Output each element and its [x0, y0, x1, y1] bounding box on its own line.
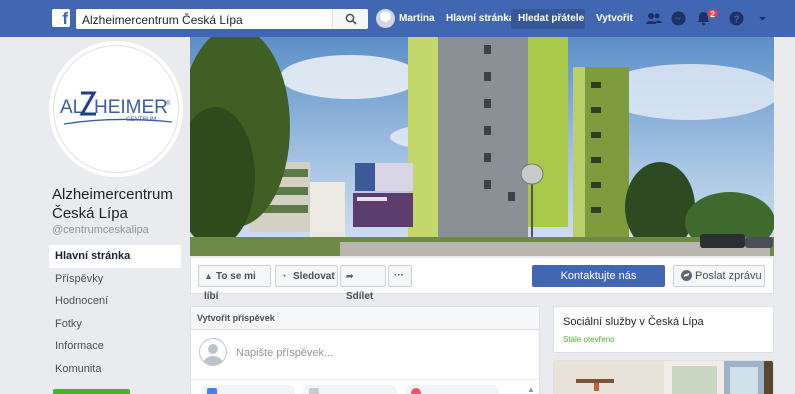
- more-options-icon: ···: [394, 270, 404, 281]
- search-input[interactable]: Alzheimercentrum Česká Lípa: [82, 13, 243, 27]
- sidebar-item-reviews[interactable]: Hodnocení: [49, 290, 181, 313]
- cover-photo-image: [190, 37, 774, 256]
- nav-create-link[interactable]: Vytvořit: [596, 13, 633, 24]
- friend-requests-icon[interactable]: [645, 10, 662, 27]
- photo-icon: [207, 388, 217, 394]
- sidebar-item-home[interactable]: Hlavní stránka: [49, 245, 181, 268]
- page-info-card: Sociální služby v Česká Lípa Stále otevř…: [553, 306, 774, 353]
- share-page-button[interactable]: ➦Sdílet: [340, 265, 386, 302]
- sidebar-item-community[interactable]: Komunita: [49, 358, 181, 381]
- page-sidebar-nav: Hlavní stránka Příspěvky Hodnocení Fotky…: [49, 245, 181, 380]
- messenger-icon: [681, 270, 692, 281]
- composer-divider: [191, 379, 539, 380]
- search-icon: [345, 13, 357, 25]
- contact-us-button[interactable]: Kontaktujte nás: [532, 265, 665, 287]
- rss-follow-icon: ◔: [281, 271, 287, 281]
- photo-video-option[interactable]: [201, 385, 295, 394]
- svg-text:AL: AL: [60, 97, 83, 118]
- tag-friends-option[interactable]: [303, 385, 397, 394]
- create-post-composer: Vytvořit příspěvek Napište příspěvek... …: [190, 306, 540, 394]
- checkin-icon: [411, 388, 421, 394]
- svg-text:CENTRUM: CENTRUM: [126, 117, 156, 123]
- create-post-title: Vytvořit příspěvek: [191, 307, 539, 330]
- thumbs-up-icon: ▲: [204, 271, 213, 281]
- create-page-button[interactable]: [53, 389, 130, 394]
- room-photo: [554, 361, 773, 394]
- sidebar-item-posts[interactable]: Příspěvky: [49, 268, 181, 291]
- nav-find-friends-link[interactable]: Hledat přátele: [518, 13, 584, 24]
- send-message-button[interactable]: Poslat zprávu: [673, 265, 765, 287]
- sidebar-item-photos[interactable]: Fotky: [49, 313, 181, 336]
- profile-picture-frame[interactable]: AL HEIMER ® CENTRUM: [49, 41, 183, 177]
- search-bar[interactable]: Alzheimercentrum Česká Lípa: [76, 9, 368, 29]
- open-status: Stále otevřeno: [563, 335, 615, 344]
- follow-page-button[interactable]: ◔ Sledovat: [275, 265, 338, 287]
- share-arrow-icon: ➦: [346, 271, 354, 281]
- tag-icon: [309, 388, 319, 394]
- svg-text:?: ?: [733, 15, 739, 26]
- account-menu-chevron-icon[interactable]: [754, 10, 771, 27]
- profile-picture[interactable]: AL HEIMER ® CENTRUM: [53, 45, 179, 173]
- page-category[interactable]: Sociální služby v Česká Lípa: [563, 316, 704, 328]
- alzheimer-centrum-logo: AL HEIMER ® CENTRUM: [60, 91, 173, 125]
- photos-preview-card[interactable]: [553, 360, 774, 394]
- facebook-logo-icon[interactable]: f: [52, 9, 70, 28]
- messenger-icon[interactable]: [670, 10, 687, 27]
- page-title: Alzheimercentrum Česká Lípa: [52, 186, 173, 222]
- nav-profile-link[interactable]: Martina: [399, 13, 435, 24]
- user-avatar[interactable]: [376, 9, 395, 28]
- more-options-button[interactable]: ···: [388, 265, 412, 287]
- sidebar-item-about[interactable]: Informace: [49, 335, 181, 358]
- nav-home-link[interactable]: Hlavní stránka: [446, 13, 514, 24]
- search-button[interactable]: [332, 9, 368, 29]
- cover-photo[interactable]: [190, 37, 774, 256]
- like-page-button[interactable]: ▲ To se mi líbí: [198, 265, 271, 302]
- checkin-option[interactable]: [405, 385, 499, 394]
- svg-text:®: ®: [166, 100, 171, 107]
- post-input[interactable]: Napište příspěvek...: [236, 347, 333, 359]
- top-navigation-bar: f Alzheimercentrum Česká Lípa Martina Hl…: [0, 0, 795, 37]
- scroll-up-arrow-icon[interactable]: ▲: [527, 385, 535, 394]
- notification-badge: 2: [707, 8, 718, 19]
- page-username[interactable]: @centrumceskalipa: [52, 224, 149, 236]
- composer-avatar: [199, 338, 227, 366]
- help-icon[interactable]: ?: [728, 10, 745, 27]
- svg-text:HEIMER: HEIMER: [94, 97, 168, 118]
